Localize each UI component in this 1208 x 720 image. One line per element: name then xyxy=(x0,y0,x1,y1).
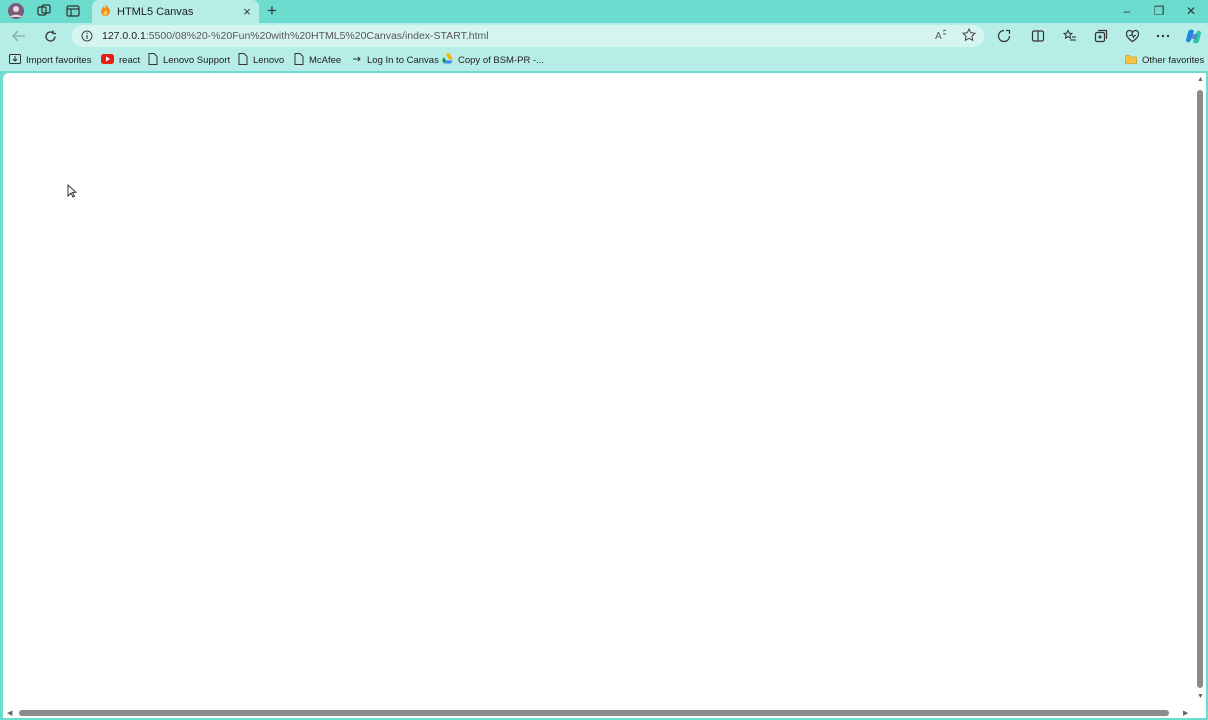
import-icon xyxy=(9,53,21,68)
bookmark-mcafee[interactable]: McAfee xyxy=(294,52,342,68)
profile-avatar-icon[interactable] xyxy=(5,2,27,20)
scroll-up-icon[interactable]: ▲ xyxy=(1197,76,1204,83)
favorites-list-icon[interactable] xyxy=(1060,27,1080,45)
scroll-down-icon[interactable]: ▼ xyxy=(1197,693,1204,700)
refresh-button[interactable] xyxy=(40,27,60,45)
bookmark-label: Lenovo Support xyxy=(163,54,231,66)
url-host: 127.0.0.1 xyxy=(102,30,146,42)
back-button[interactable] xyxy=(9,27,29,45)
browser-essentials-icon[interactable] xyxy=(1122,27,1142,45)
browser-toolbar: 127.0.0.1:5500/08%20-%20Fun%20with%20HTM… xyxy=(0,23,1208,49)
scroll-right-icon[interactable]: ▶ xyxy=(1183,709,1188,717)
bookmark-label: Lenovo xyxy=(253,54,285,66)
horizontal-scrollbar[interactable]: ◀ ▶ xyxy=(3,706,1193,718)
read-aloud-icon[interactable]: A xyxy=(934,28,948,45)
bookmark-lenovo[interactable]: Lenovo xyxy=(238,52,285,68)
tab-title: HTML5 Canvas xyxy=(117,5,194,18)
favorite-star-icon[interactable] xyxy=(961,27,977,45)
bookmark-copy-of-bsm-pr[interactable]: Copy of BSM-PR -... xyxy=(442,53,544,67)
bookmark-label: McAfee xyxy=(309,54,342,66)
horizontal-scroll-thumb[interactable] xyxy=(19,710,1169,716)
page-icon xyxy=(238,52,248,68)
bookmark-label: Copy of BSM-PR -... xyxy=(458,54,545,66)
minimize-button[interactable]: – xyxy=(1113,2,1141,20)
page-icon xyxy=(148,52,158,68)
bookmark-log-in-to-canvas[interactable]: Log In to Canvas xyxy=(352,53,439,67)
svg-text:A: A xyxy=(935,31,942,42)
split-screen-icon[interactable] xyxy=(1028,27,1048,45)
favorites-bar: Import favorites react Lenovo Support Le… xyxy=(0,49,1208,71)
copilot-icon[interactable] xyxy=(1183,27,1203,45)
drive-icon xyxy=(442,53,453,67)
address-bar[interactable]: 127.0.0.1:5500/08%20-%20Fun%20with%20HTM… xyxy=(72,25,984,47)
vertical-scroll-thumb[interactable] xyxy=(1197,90,1203,688)
restore-button[interactable]: ❐ xyxy=(1145,2,1173,20)
scroll-left-icon[interactable]: ◀ xyxy=(7,709,12,717)
mouse-cursor-icon xyxy=(67,183,78,203)
new-tab-button[interactable]: + xyxy=(263,2,281,20)
bookmark-lenovo-support[interactable]: Lenovo Support xyxy=(148,52,231,68)
bookmark-label: react xyxy=(119,54,141,66)
close-window-button[interactable]: ✕ xyxy=(1177,2,1205,20)
tab-close-icon[interactable]: × xyxy=(239,4,255,19)
vertical-tabs-icon[interactable] xyxy=(62,2,84,20)
title-bar: HTML5 Canvas × + – ❐ ✕ xyxy=(0,0,1208,23)
vertical-scrollbar[interactable]: ▲ ▼ xyxy=(1194,73,1206,705)
url-path: :5500/08%20-%20Fun%20with%20HTML5%20Canv… xyxy=(145,30,489,42)
extensions-icon[interactable] xyxy=(994,27,1014,45)
site-info-icon[interactable] xyxy=(72,30,102,42)
bookmark-import-favorites[interactable]: Import favorites xyxy=(9,53,91,67)
collections-icon[interactable] xyxy=(1091,27,1111,45)
bookmark-label: Other favorites xyxy=(1142,54,1205,66)
bookmark-label: Log In to Canvas xyxy=(367,54,439,66)
workspaces-icon[interactable] xyxy=(33,2,55,20)
youtube-icon xyxy=(101,53,114,67)
bookmark-label: Import favorites xyxy=(26,54,92,66)
more-menu-icon[interactable] xyxy=(1153,27,1173,45)
bookmark-react[interactable]: react xyxy=(101,53,140,67)
page-icon xyxy=(294,52,304,68)
tab-html5-canvas[interactable]: HTML5 Canvas × xyxy=(92,0,259,23)
page-viewport[interactable]: ▲ ▼ ◀ ▶ xyxy=(3,73,1206,718)
arrow-icon xyxy=(352,54,362,67)
fire-favicon-icon xyxy=(100,4,111,19)
bookmark-other-favorites[interactable]: Other favorites xyxy=(1125,53,1204,67)
folder-icon xyxy=(1125,54,1137,67)
